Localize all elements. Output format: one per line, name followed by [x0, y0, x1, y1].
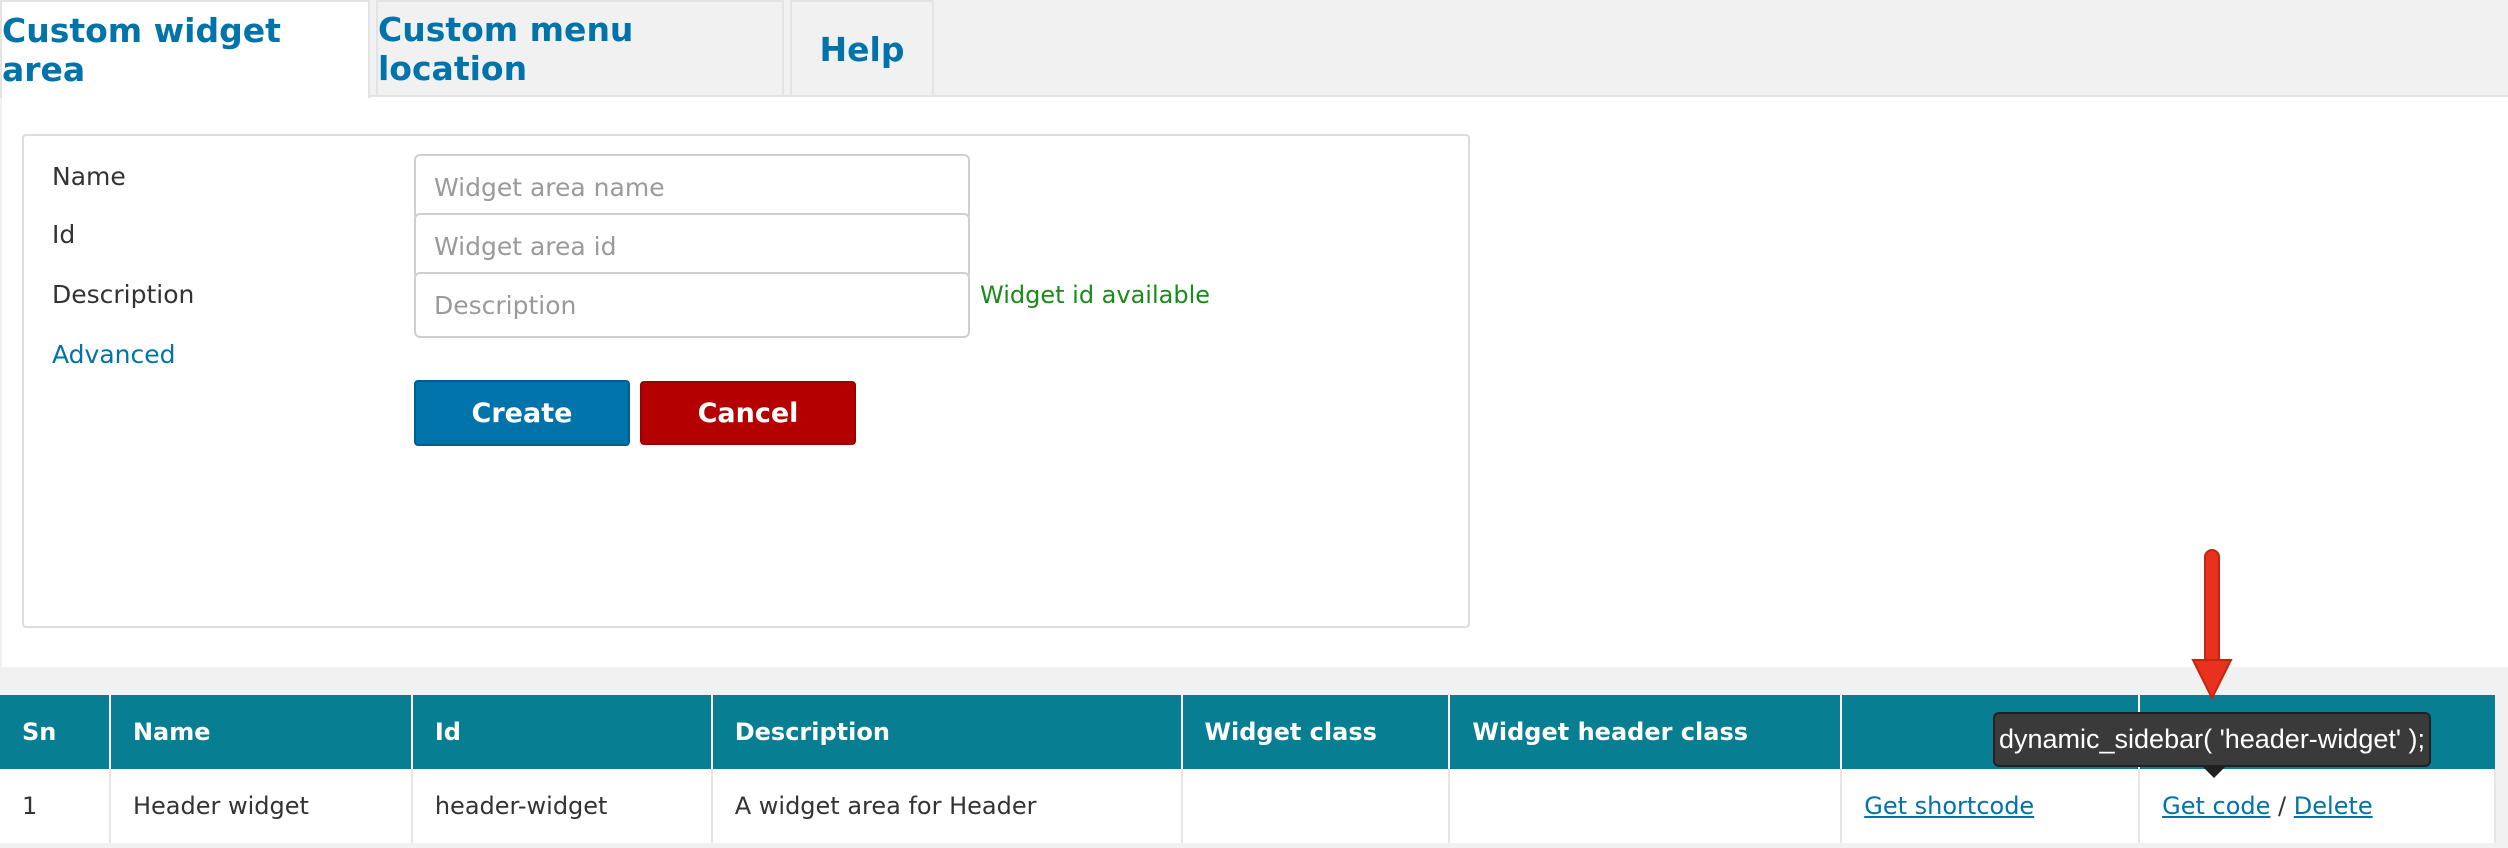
advanced-link[interactable]: Advanced: [52, 340, 176, 369]
cell-sn: 1: [0, 769, 111, 843]
code-tooltip: dynamic_sidebar( 'header-widget' );: [1993, 712, 2431, 767]
widget-area-id-input[interactable]: [414, 213, 970, 279]
cell-shortcode: Get shortcode: [1841, 769, 2141, 843]
delete-link[interactable]: Delete: [2294, 792, 2373, 820]
table-row: 1 Header widget header-widget A widget a…: [0, 769, 2496, 843]
id-label: Id: [52, 220, 76, 249]
column-header-name: Name: [109, 695, 413, 769]
get-shortcode-link[interactable]: Get shortcode: [1864, 792, 2034, 820]
plugin-settings-page: Custom widget area Custom menu location …: [0, 0, 2508, 848]
name-label: Name: [52, 162, 126, 191]
create-button[interactable]: Create: [414, 380, 630, 446]
tab-bar: Custom widget area Custom menu location …: [0, 0, 2508, 98]
annotation-arrow-icon: [2191, 549, 2233, 701]
description-label: Description: [52, 280, 195, 309]
cell-actions: Get code / Delete: [2139, 769, 2496, 843]
widget-area-form: Name Id Widget id available Description …: [22, 134, 1470, 628]
cell-name: Header widget: [109, 769, 413, 843]
column-header-id: Id: [411, 695, 713, 769]
cancel-button[interactable]: Cancel: [640, 381, 856, 445]
id-availability-status: Widget id available: [980, 281, 1211, 309]
column-header-widget-class: Widget class: [1181, 695, 1451, 769]
widget-area-name-input[interactable]: [414, 154, 970, 220]
link-separator: /: [2278, 792, 2287, 820]
cell-description: A widget area for Header: [711, 769, 1183, 843]
cell-widget-header-class: [1449, 769, 1843, 843]
column-header-sn: Sn: [0, 695, 111, 769]
tab-help[interactable]: Help: [790, 0, 934, 96]
widget-area-description-input[interactable]: [414, 272, 970, 338]
tab-custom-menu-location[interactable]: Custom menu location: [376, 0, 784, 96]
get-code-link[interactable]: Get code: [2162, 792, 2270, 820]
cell-widget-class: [1181, 769, 1451, 843]
tab-custom-widget-area[interactable]: Custom widget area: [0, 0, 370, 98]
tooltip-pointer: [2202, 766, 2226, 778]
cell-id: header-widget: [411, 769, 713, 843]
tab-panel: Name Id Widget id available Description …: [2, 95, 2508, 667]
column-header-description: Description: [711, 695, 1183, 769]
column-header-widget-header-class: Widget header class: [1449, 695, 1843, 769]
